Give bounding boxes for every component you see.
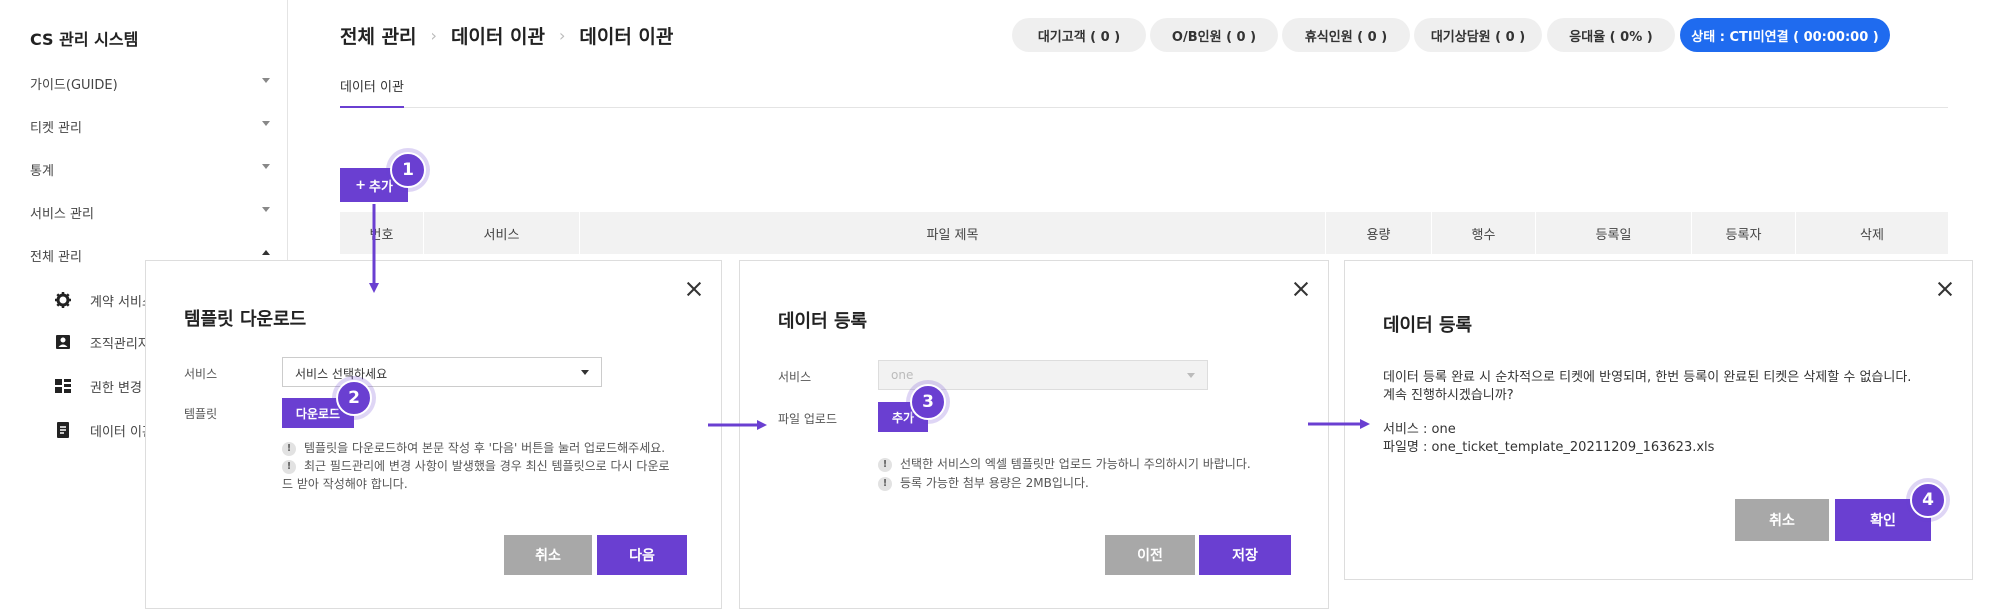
tab-bar: 데이터 이관 xyxy=(340,74,1948,108)
sidebar-item-label: 권한 변경 xyxy=(90,380,142,396)
service-select[interactable]: 서비스 선택하세요 xyxy=(282,357,602,387)
column-header: 번호 xyxy=(340,212,424,254)
notice-line: 템플릿을 다운로드하여 본문 작성 후 '다음' 버튼을 눌러 업로드해주세요. xyxy=(304,441,666,455)
column-header: 등록일 xyxy=(1536,212,1692,254)
previous-button[interactable]: 이전 xyxy=(1105,535,1195,575)
exclamation-icon: ! xyxy=(878,457,892,472)
chevron-right-icon: › xyxy=(430,26,437,45)
sidebar-item-label: 조직관리자 xyxy=(90,336,150,352)
step-marker: 2 xyxy=(336,380,372,416)
filename-info: 파일명 : one_ticket_template_20211209_16362… xyxy=(1383,440,1715,455)
tab-data-migration[interactable]: 데이터 이관 xyxy=(340,74,404,108)
notice-line: 등록 가능한 첨부 용량은 2MB입니다. xyxy=(900,476,1089,490)
waiting-agents-badge: 대기상담원 ( 0 ) xyxy=(1414,18,1542,52)
sidebar-subitem-org[interactable]: 조직관리자 xyxy=(54,331,150,353)
column-header: 서비스 xyxy=(424,212,580,254)
document-icon xyxy=(54,421,72,439)
plus-icon: + xyxy=(355,177,366,193)
breadcrumb: 전체 관리 › 데이터 이관 › 데이터 이관 xyxy=(340,22,673,49)
exclamation-icon: ! xyxy=(878,476,892,491)
column-header: 용량 xyxy=(1326,212,1432,254)
notice-text: ! 등록 가능한 첨부 용량은 2MB입니다. xyxy=(878,474,1089,492)
chevron-down-icon xyxy=(262,121,270,126)
data-register-modal: 데이터 등록 서비스 one 파일 업로드 추가 ! 선택한 서비스의 엑셀 템플… xyxy=(739,260,1329,609)
service-label: 서비스 xyxy=(778,370,812,384)
app-title: CS 관리 시스템 xyxy=(30,30,139,49)
confirm-question: 계속 진행하시겠습니까? xyxy=(1383,388,1514,403)
modal-title: 템플릿 다운로드 xyxy=(184,309,307,330)
step-marker: 4 xyxy=(1910,482,1946,518)
notice-text: ! 최근 필드관리에 변경 사항이 발생했을 경우 최신 템플릿으로 다시 다운로 xyxy=(282,457,670,475)
modal-title: 데이터 등록 xyxy=(1383,315,1473,336)
table-header: 번호 서비스 파일 제목 용량 행수 등록일 등록자 삭제 xyxy=(340,212,1948,254)
chevron-down-icon xyxy=(262,164,270,169)
sidebar-item-label: 티켓 관리 xyxy=(30,121,82,136)
chevron-down-icon xyxy=(1187,373,1195,378)
close-icon[interactable] xyxy=(1293,281,1309,297)
template-download-modal: 템플릿 다운로드 서비스 서비스 선택하세요 템플릿 다운로드 ! 템플릿을 다운… xyxy=(145,260,722,609)
exclamation-icon: ! xyxy=(282,459,296,474)
outbound-agents-badge: O/B인원 ( 0 ) xyxy=(1150,18,1278,52)
notice-text: ! 템플릿을 다운로드하여 본문 작성 후 '다음' 버튼을 눌러 업로드해주세요… xyxy=(282,439,665,457)
resting-agents-badge: 휴식인원 ( 0 ) xyxy=(1282,18,1410,52)
data-register-confirm-modal: 데이터 등록 데이터 등록 완료 시 순차적으로 티켓에 반영되며, 한번 등록… xyxy=(1344,260,1973,580)
sidebar-item-label: 서비스 관리 xyxy=(30,207,94,222)
chevron-down-icon xyxy=(262,207,270,212)
cancel-button[interactable]: 취소 xyxy=(504,535,592,575)
confirm-message: 데이터 등록 완료 시 순차적으로 티켓에 반영되며, 한번 등록이 완료된 티… xyxy=(1383,370,1912,385)
sidebar-item-label: 통계 xyxy=(30,164,54,179)
chevron-down-icon xyxy=(262,78,270,83)
sidebar-item-label: 전체 관리 xyxy=(30,250,82,265)
service-label: 서비스 xyxy=(184,367,218,381)
exclamation-icon: ! xyxy=(282,441,296,456)
next-button[interactable]: 다음 xyxy=(597,535,687,575)
sidebar-item-service[interactable]: 서비스 관리 xyxy=(30,203,270,227)
response-rate-badge: 응대율 ( 0% ) xyxy=(1547,18,1675,52)
gear-icon xyxy=(54,291,72,309)
sidebar-item-stats[interactable]: 통계 xyxy=(30,160,270,184)
breadcrumb-item[interactable]: 데이터 이관 xyxy=(451,22,545,49)
notice-line: 최근 필드관리에 변경 사항이 발생했을 경우 최신 템플릿으로 다시 다운로 xyxy=(304,459,670,473)
column-header: 파일 제목 xyxy=(580,212,1326,254)
chevron-right-icon: › xyxy=(558,26,566,45)
column-header: 행수 xyxy=(1432,212,1536,254)
notice-line: 선택한 서비스의 엑셀 템플릿만 업로드 가능하니 주의하시기 바랍니다. xyxy=(900,457,1251,471)
template-label: 템플릿 xyxy=(184,407,218,421)
file-upload-label: 파일 업로드 xyxy=(778,412,838,426)
service-select-value: one xyxy=(891,368,914,382)
save-button[interactable]: 저장 xyxy=(1199,535,1291,575)
step-marker: 1 xyxy=(390,152,426,188)
chevron-up-icon xyxy=(262,250,270,255)
notice-text: ! 선택한 서비스의 엑셀 템플릿만 업로드 가능하니 주의하시기 바랍니다. xyxy=(878,455,1251,473)
chevron-down-icon xyxy=(581,370,589,375)
sidebar-item-guide[interactable]: 가이드(GUIDE) xyxy=(30,74,270,98)
breadcrumb-item[interactable]: 전체 관리 xyxy=(340,22,417,49)
sidebar-item-ticket[interactable]: 티켓 관리 xyxy=(30,117,270,141)
modal-title: 데이터 등록 xyxy=(778,311,868,332)
close-icon[interactable] xyxy=(686,281,702,297)
cti-status-button[interactable]: 상태 : CTI미연결 ( 00:00:00 ) xyxy=(1680,18,1890,52)
add-button-label: 추가 xyxy=(368,179,393,195)
step-marker: 3 xyxy=(910,384,946,420)
service-select-value: 서비스 선택하세요 xyxy=(295,367,388,381)
breadcrumb-item: 데이터 이관 xyxy=(579,26,674,48)
person-card-icon xyxy=(54,333,72,351)
sidebar-item-label: 가이드(GUIDE) xyxy=(30,78,118,93)
permission-icon xyxy=(54,377,72,395)
column-header: 삭제 xyxy=(1860,227,1884,243)
close-icon[interactable] xyxy=(1937,281,1953,297)
sidebar-subitem-contract[interactable]: 계약 서비스 xyxy=(54,289,154,311)
column-header: 등록자 xyxy=(1692,212,1796,254)
sidebar-subitem-permission[interactable]: 권한 변경 xyxy=(54,375,142,397)
service-info: 서비스 : one xyxy=(1383,422,1456,437)
notice-text: 드 받아 작성해야 합니다. xyxy=(282,477,408,491)
waiting-customers-badge: 대기고객 ( 0 ) xyxy=(1012,18,1146,52)
sidebar-subitem-data-migration[interactable]: 데이터 이관 xyxy=(54,419,154,441)
cancel-button[interactable]: 취소 xyxy=(1735,499,1829,541)
